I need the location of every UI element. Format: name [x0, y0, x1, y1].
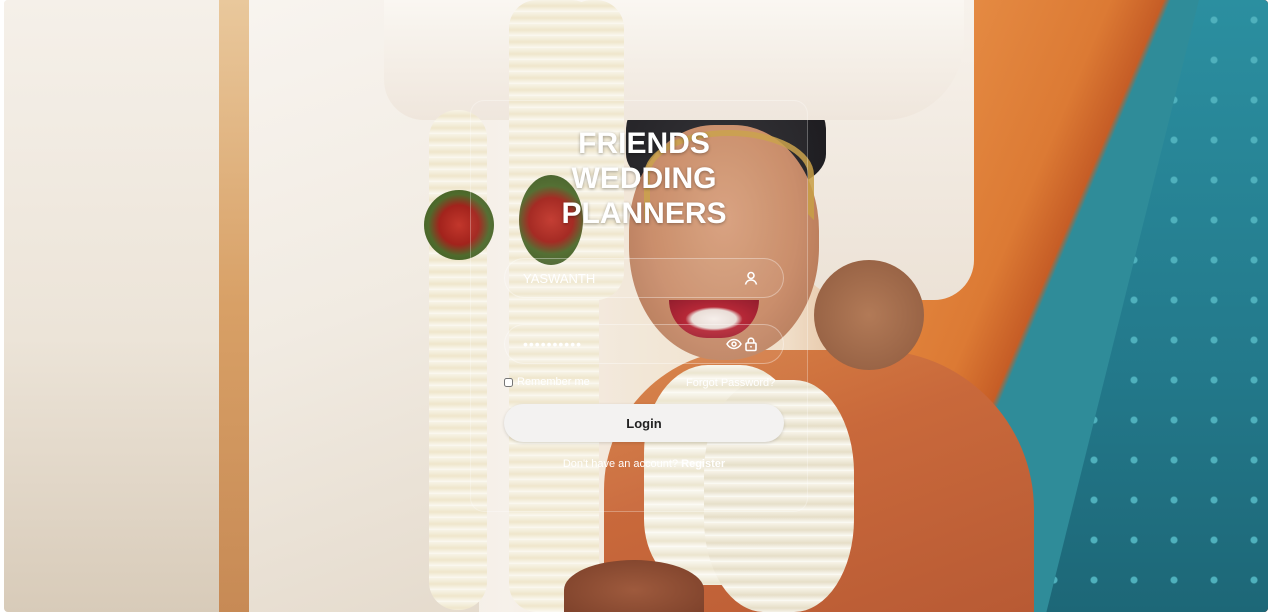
- brand-title: FRIENDS WEDDING PLANNERS: [470, 126, 818, 231]
- username-field[interactable]: [504, 258, 784, 298]
- login-button[interactable]: Login: [504, 404, 784, 442]
- remember-me[interactable]: Remember me: [504, 376, 590, 388]
- brand-title-line-2: WEDDING: [571, 162, 717, 195]
- eye-icon[interactable]: [726, 336, 742, 352]
- register-link[interactable]: Register: [681, 458, 725, 470]
- remember-me-label: Remember me: [517, 376, 590, 388]
- password-input[interactable]: [521, 325, 721, 363]
- register-prompt: Don't have an account? Register: [504, 458, 784, 470]
- user-icon: [743, 270, 759, 286]
- brand-title-line-3: PLANNERS: [561, 197, 727, 230]
- lock-icon: [743, 336, 759, 352]
- password-field[interactable]: [504, 324, 784, 364]
- forgot-password-link[interactable]: Forgot Password?: [686, 377, 775, 389]
- background-hand-bottom: [564, 560, 704, 612]
- page-root: FRIENDS WEDDING PLANNERS YASWANTH Rememb…: [4, 0, 1268, 612]
- background-cloth-left: [4, 0, 219, 612]
- brand-title-line-1: FRIENDS: [578, 127, 710, 160]
- background-hand: [814, 260, 924, 370]
- username-input[interactable]: [521, 259, 721, 297]
- remember-me-checkbox[interactable]: [504, 377, 513, 387]
- register-prompt-text: Don't have an account?: [562, 458, 679, 470]
